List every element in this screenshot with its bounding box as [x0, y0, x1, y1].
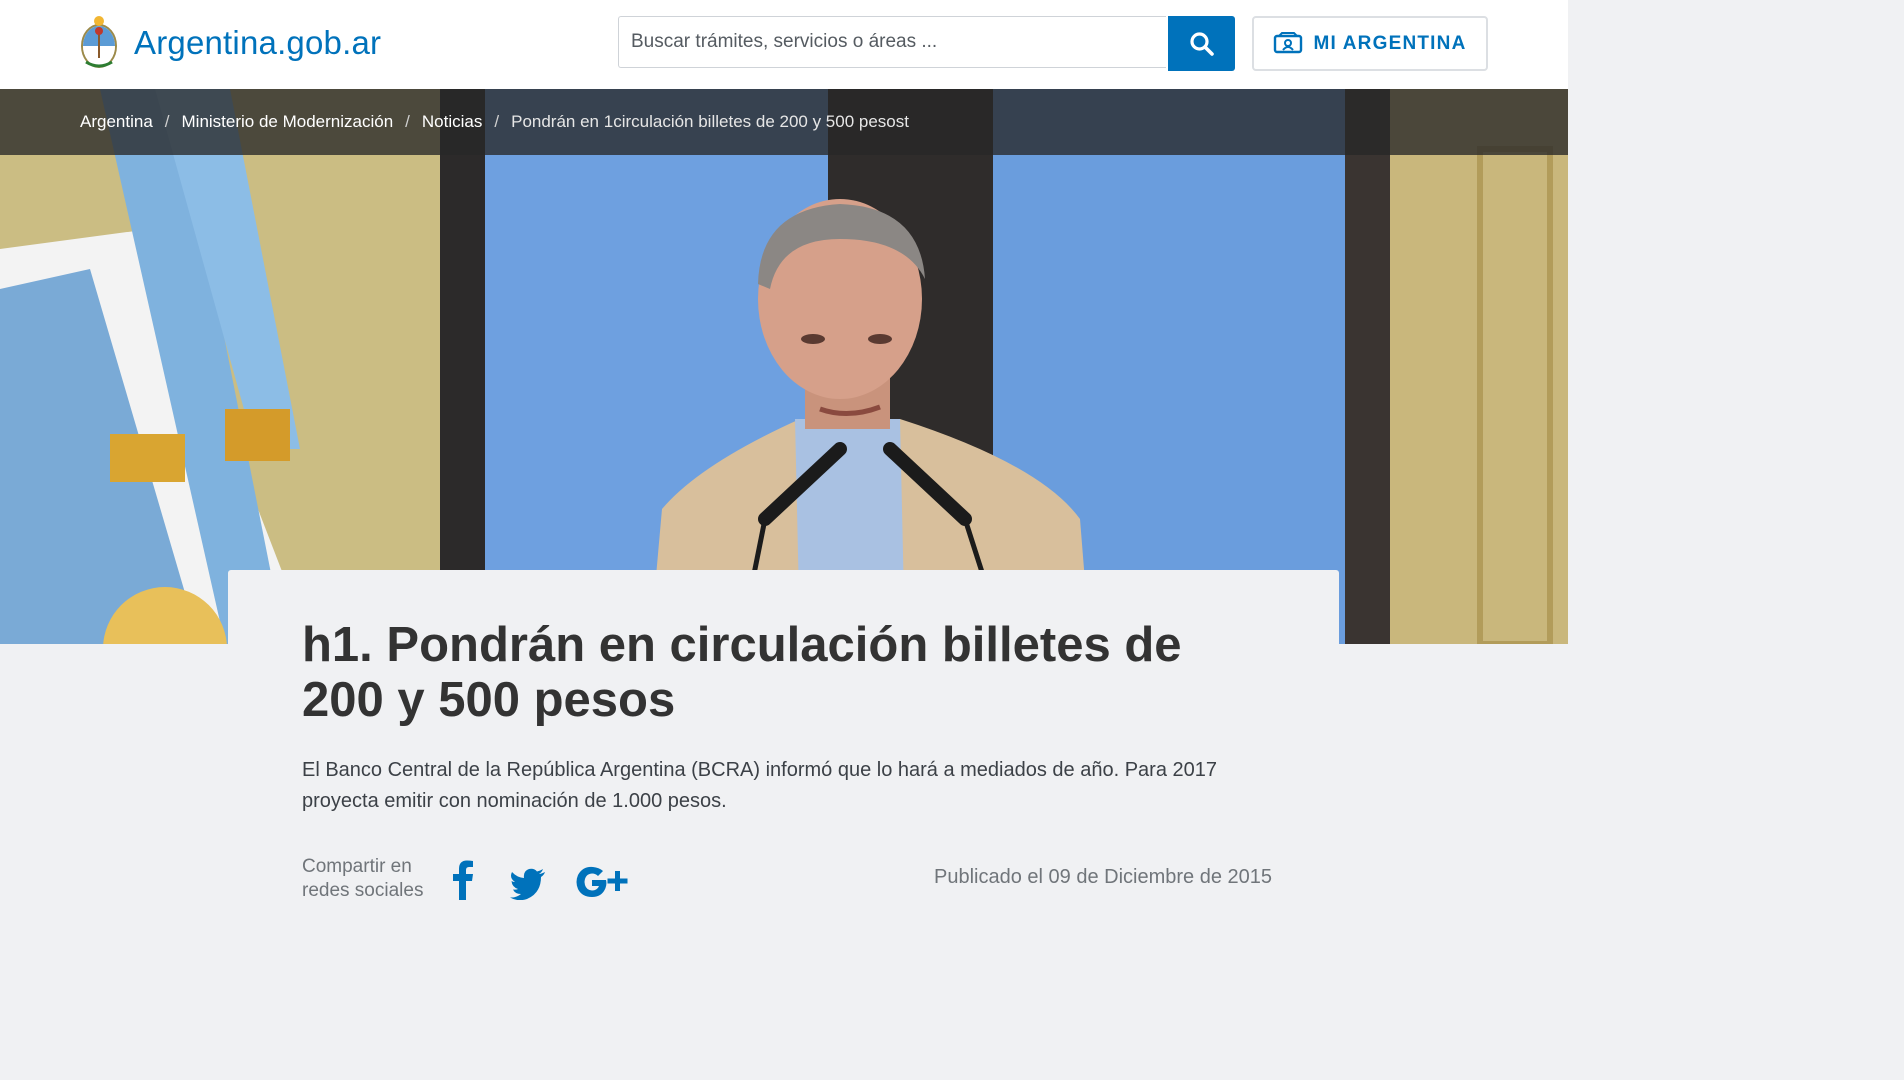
facebook-share-link[interactable] [452, 860, 474, 900]
breadcrumb-item-current: Pondrán en 1circulación billetes de 200 … [511, 112, 909, 131]
article-lead: El Banco Central de la República Argenti… [302, 759, 1217, 812]
breadcrumb-separator: / [494, 112, 500, 131]
argentina-coat-of-arms-icon [81, 16, 117, 68]
site-name: Argentina.gob.ar [134, 24, 382, 61]
breadcrumb-item-ministerio[interactable]: Ministerio de Modernización [182, 112, 394, 132]
breadcrumb-separator: / [405, 112, 410, 131]
breadcrumb: Argentina / Ministerio de Modernización … [0, 89, 1568, 155]
article-title: h1. Pondrán en circulación billetes de 2… [302, 618, 1182, 727]
twitter-share-link[interactable] [510, 860, 546, 900]
facebook-icon [453, 860, 473, 900]
twitter-icon [510, 868, 545, 900]
search-icon [1189, 31, 1214, 56]
search-box [618, 16, 1166, 68]
site-header: Argentina.gob.ar MI ARGENTINA [0, 0, 1568, 90]
search-input[interactable] [619, 17, 1166, 67]
search-button[interactable] [1168, 16, 1235, 71]
google-plus-icon [576, 866, 628, 897]
published-date: Publicado el 09 de Diciembre de 2015 [934, 866, 1272, 888]
mi-argentina-button[interactable]: MI ARGENTINA [1252, 16, 1488, 71]
share-label: Compartir en redes sociales [302, 856, 424, 901]
breadcrumb-item-noticias[interactable]: Noticias [422, 112, 482, 132]
breadcrumb-separator: / [164, 112, 170, 131]
hero-photo-speaker-at-podium [0, 89, 1568, 644]
id-card-icon [1274, 31, 1303, 53]
hero-image: Argentina / Ministerio de Modernización … [0, 89, 1568, 644]
google-plus-share-link[interactable] [576, 860, 628, 900]
breadcrumb-item-argentina[interactable]: Argentina [80, 112, 153, 132]
mi-argentina-label: MI ARGENTINA [1313, 32, 1467, 54]
site-logo-link[interactable]: Argentina.gob.ar [78, 14, 381, 72]
